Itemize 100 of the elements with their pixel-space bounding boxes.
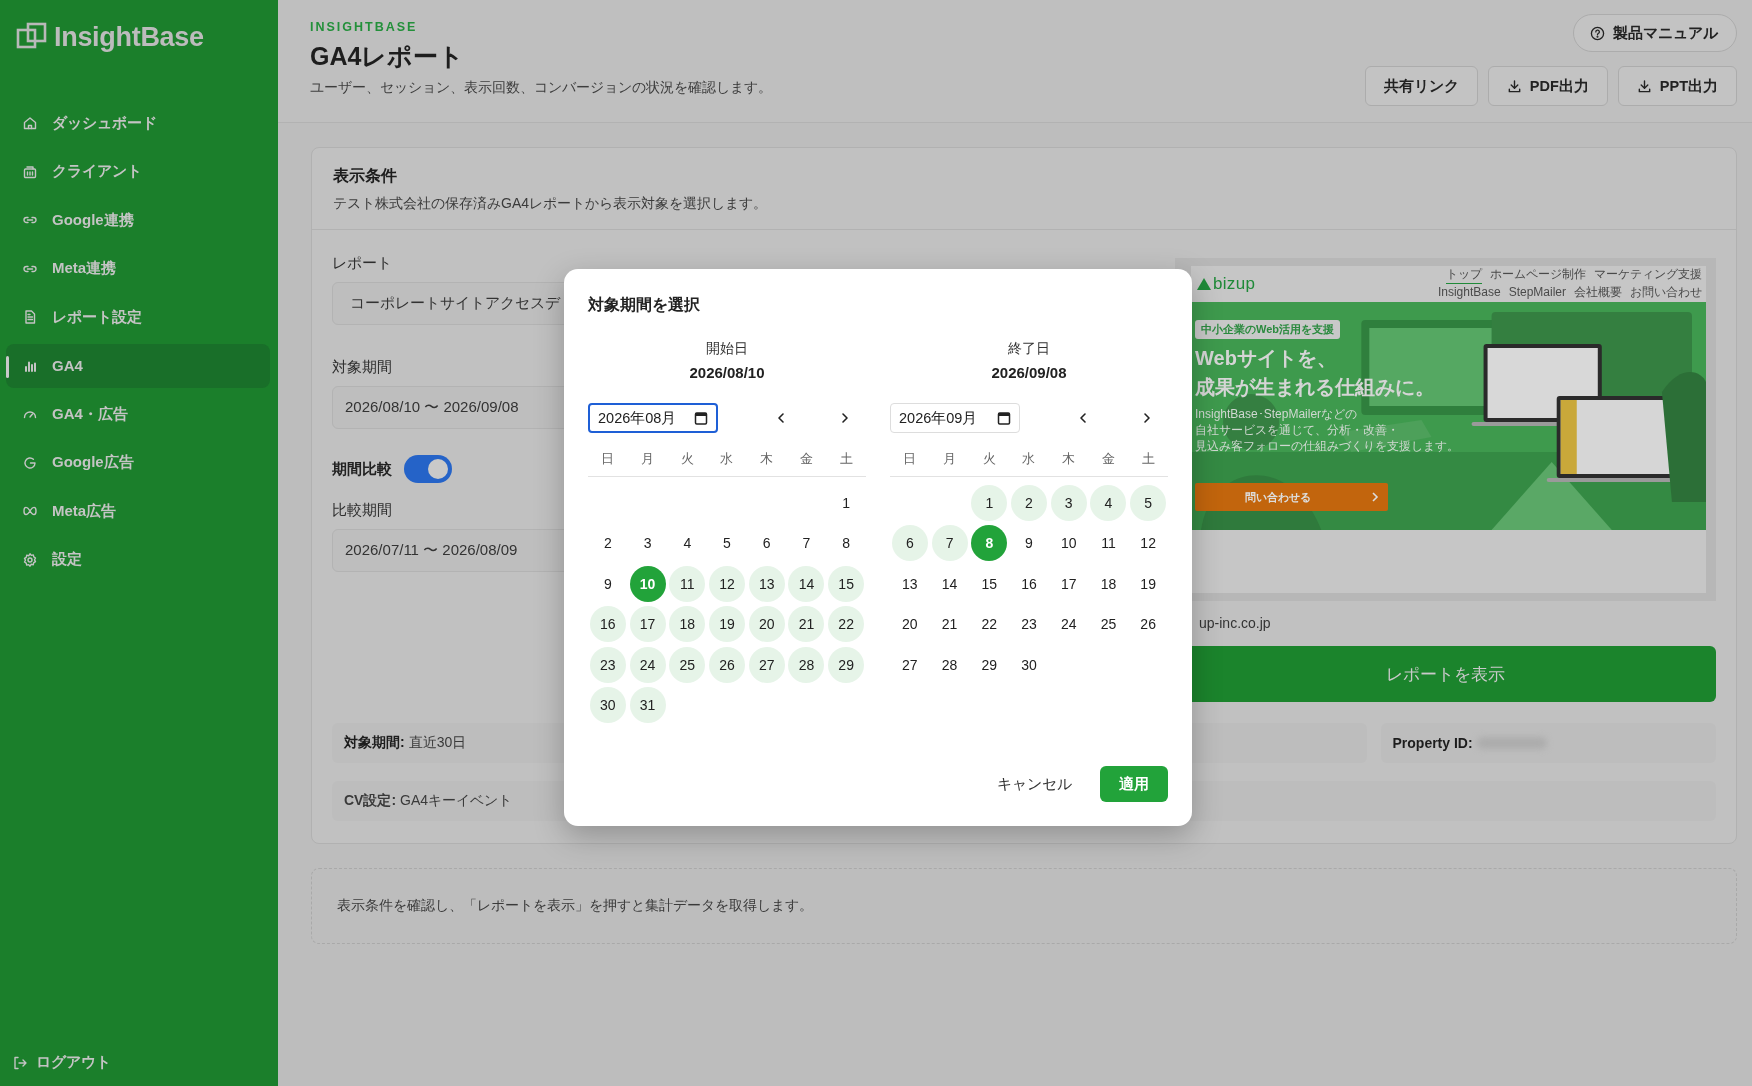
calendar-day[interactable]: 23 — [589, 646, 626, 683]
month-input[interactable]: 2026年08月 — [588, 403, 718, 433]
weekday-label: 水 — [1021, 450, 1037, 468]
calendar-day[interactable]: 14 — [788, 565, 825, 602]
calendar-day[interactable]: 17 — [629, 606, 666, 643]
weekday-label: 土 — [1140, 450, 1156, 468]
calendar-day[interactable]: 20 — [891, 606, 928, 643]
calendar-heading: 終了日 — [1007, 340, 1051, 358]
manual-button[interactable]: 製品マニュアル — [1573, 14, 1737, 52]
calendar-day[interactable]: 7 — [931, 525, 968, 562]
calendar-day[interactable]: 16 — [589, 606, 626, 643]
dialog-title: 対象期間を選択 — [588, 295, 701, 315]
weekday-label: 土 — [838, 450, 854, 468]
calendar-day[interactable]: 8 — [828, 525, 865, 562]
weekday-label: 金 — [798, 450, 814, 468]
calendar-day[interactable]: 4 — [669, 525, 706, 562]
site-nav-link[interactable]: お問い合わせ — [1630, 284, 1702, 302]
calendar-day[interactable]: 27 — [748, 646, 785, 683]
export-button[interactable]: PPT出力 — [1617, 66, 1737, 106]
weekday-label: 日 — [902, 450, 918, 468]
site-nav-link[interactable]: InsightBase — [1437, 284, 1501, 302]
calendar-day[interactable]: 7 — [788, 525, 825, 562]
calendar-day[interactable]: 28 — [788, 646, 825, 683]
gear-icon — [22, 551, 38, 568]
calendar-day[interactable]: 17 — [1050, 565, 1087, 602]
calendar-day[interactable]: 1 — [971, 485, 1008, 521]
calendar-day[interactable]: 23 — [1011, 606, 1047, 643]
weekday-label: 火 — [981, 450, 997, 468]
site-nav-link[interactable]: トップ — [1446, 266, 1482, 284]
calendar-day[interactable]: 1 — [828, 485, 865, 521]
download-icon — [1636, 78, 1652, 94]
calendar-day[interactable]: 30 — [1011, 646, 1047, 683]
site-nav-link[interactable]: 会社概要 — [1574, 284, 1622, 302]
calendar-day[interactable]: 18 — [1090, 565, 1127, 602]
site-logo: bizup — [1197, 274, 1256, 294]
calendar-day[interactable]: 11 — [1090, 525, 1127, 562]
calendar-day[interactable]: 13 — [891, 565, 928, 602]
sidebar-item[interactable]: GA4 — [6, 343, 270, 388]
share-button[interactable]: 共有リンク — [1364, 66, 1478, 106]
calendar-day[interactable]: 6 — [748, 525, 785, 562]
calendar-day[interactable]: 29 — [971, 646, 1008, 683]
calendar-day[interactable]: 25 — [669, 646, 706, 683]
calendar-day[interactable]: 22 — [971, 606, 1008, 643]
home-icon — [22, 115, 38, 131]
calendar-day[interactable]: 18 — [669, 606, 706, 643]
weekday-label: 木 — [759, 450, 775, 468]
calendar-day[interactable]: 15 — [828, 565, 865, 602]
calendar-day[interactable]: 22 — [828, 606, 865, 643]
weekday-label: 日 — [600, 450, 616, 468]
calendar-day[interactable]: 10 — [1050, 525, 1087, 562]
calendar-day[interactable]: 2 — [1011, 485, 1047, 521]
calendar-day[interactable]: 12 — [709, 565, 745, 602]
calendar-day[interactable]: 9 — [1011, 525, 1047, 562]
weekday-label: 木 — [1061, 450, 1077, 468]
calendar-day[interactable]: 5 — [709, 525, 745, 562]
calendar-day[interactable]: 30 — [589, 686, 626, 723]
calendar-day[interactable]: 24 — [629, 646, 666, 683]
calendar-day[interactable]: 15 — [971, 565, 1008, 602]
site-nav-link[interactable]: StepMailer — [1508, 284, 1566, 302]
calendar-day[interactable]: 16 — [1011, 565, 1047, 602]
calendar-day[interactable]: 19 — [709, 606, 745, 643]
calendar-day[interactable]: 6 — [891, 525, 928, 562]
site-nav-link[interactable]: マーケティング支援 — [1594, 266, 1702, 284]
calendar-day[interactable]: 21 — [788, 606, 825, 643]
calendar-day[interactable]: 12 — [1130, 525, 1167, 562]
calendar-icon — [997, 411, 1011, 425]
calendar-day[interactable]: 28 — [931, 646, 968, 683]
calendar-day[interactable]: 3 — [1050, 485, 1087, 521]
calendar-day[interactable]: 11 — [669, 565, 706, 602]
calendar-day[interactable]: 27 — [891, 646, 928, 683]
calendar-day[interactable]: 24 — [1050, 606, 1087, 643]
calendar-day[interactable]: 4 — [1090, 485, 1127, 521]
calendar-day[interactable]: 14 — [931, 565, 968, 602]
calendar-day[interactable]: 25 — [1090, 606, 1127, 643]
export-button[interactable]: PDF出力 — [1487, 66, 1608, 106]
calendar-day[interactable]: 19 — [1130, 565, 1167, 602]
hero-headline: Webサイトを、 成果が生まれる仕組みに。 — [1195, 346, 1435, 400]
calendar-day[interactable]: 20 — [748, 606, 785, 643]
compare-toggle[interactable] — [404, 455, 452, 483]
calendar-day[interactable]: 29 — [828, 646, 865, 683]
field-label: 対象期間 — [332, 358, 392, 377]
calendar-day[interactable]: 13 — [748, 565, 785, 602]
calendar-day[interactable]: 3 — [629, 525, 666, 562]
month-input[interactable]: 2026年09月 — [890, 403, 1020, 433]
document-icon — [22, 309, 38, 325]
g-letter-icon — [22, 454, 38, 471]
calendar-day[interactable]: 31 — [629, 686, 666, 723]
calendar-day[interactable]: 26 — [1130, 606, 1167, 643]
calendar-day[interactable]: 21 — [931, 606, 968, 643]
page-subtitle: ユーザー、セッション、表示回数、コンバージョンの状況を確認します。 — [310, 79, 772, 97]
calendar-day[interactable]: 5 — [1130, 485, 1167, 521]
calendar-day[interactable]: 26 — [709, 646, 745, 683]
weekday-label: 火 — [679, 450, 695, 468]
weekday-label: 月 — [942, 450, 958, 468]
hero-badge: 中小企業のWeb活用を支援 — [1195, 320, 1341, 339]
weekday-label: 水 — [719, 450, 735, 468]
calendar-day[interactable]: 2 — [589, 525, 626, 562]
calendar-day[interactable]: 9 — [589, 565, 626, 602]
site-nav-link[interactable]: ホームページ制作 — [1490, 266, 1586, 284]
chevron-right-icon — [839, 412, 851, 424]
